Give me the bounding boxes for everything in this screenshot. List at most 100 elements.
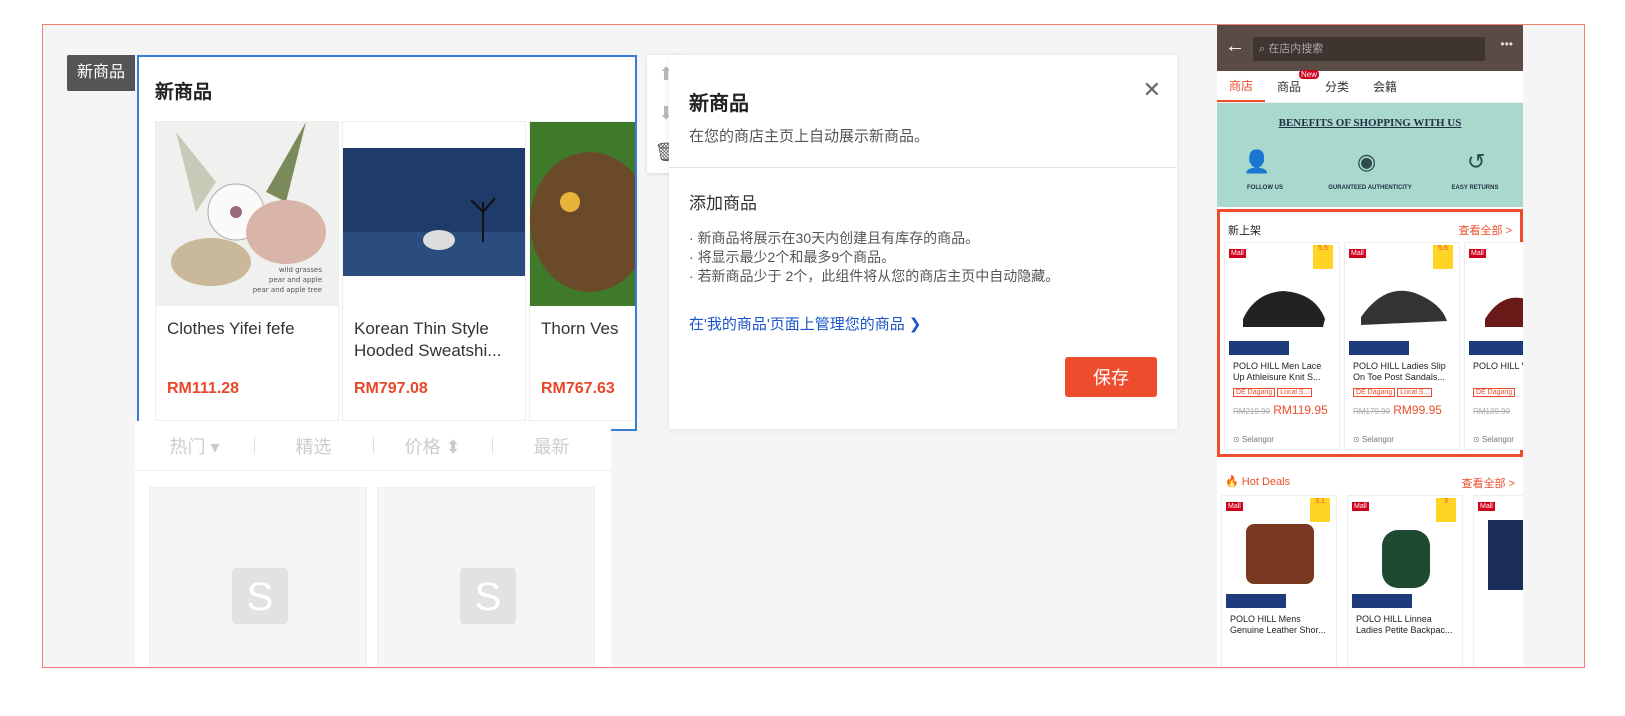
mall-badge: Mall [1469, 249, 1486, 258]
rules-list: 新商品将展示在30天内创建且有库存的商品。 将显示最少2个和最多9个商品。 若新… [689, 229, 1060, 286]
mall-badge: Mall [1226, 502, 1243, 511]
section-header: 🔥 Hot Deals 查看全部 > [1217, 465, 1523, 495]
product-image [530, 122, 635, 306]
return-box-icon: ↺ [1467, 149, 1486, 174]
product-card[interactable]: Mall 5.6 POLO HILL Ladies Slip On Toe Po… [1344, 242, 1460, 450]
product-tags: DE Dagang Local S... [1353, 388, 1434, 397]
free-shipping-badge [1349, 341, 1409, 355]
product-name: POLO HILL Velcro Ankl [1473, 361, 1523, 371]
divider [669, 167, 1177, 168]
banner-item: FOLLOW US [1247, 185, 1283, 191]
settings-panel: 新商品 在您的商店主页上自动展示新商品。 ✕ 添加商品 新商品将展示在30天内创… [669, 55, 1177, 429]
save-button[interactable]: 保存 [1065, 357, 1157, 397]
seal-icon: ◉ [1357, 149, 1377, 174]
sort-latest[interactable]: 最新 [492, 433, 611, 459]
free-shipping-badge [1352, 594, 1412, 608]
sort-popular[interactable]: 热门 ▾ [135, 433, 254, 459]
section-title: 添加商品 [689, 194, 757, 213]
tab-membership[interactable]: 会籍 [1361, 78, 1409, 95]
mall-badge: Mall [1229, 249, 1246, 258]
mobile-preview: ← ⌕ 在店内搜索 ••• 商店 商品 New 分类 会籍 BENEFITS OF… [1217, 25, 1523, 667]
product-price: RM179.90 RM99.95 [1353, 403, 1442, 417]
tab-products[interactable]: 商品 New [1265, 70, 1320, 95]
panel-subtitle: 在您的商店主页上自动展示新商品。 [689, 128, 930, 145]
shopee-bag-icon: S [460, 568, 516, 624]
product-price: RM139.90 [1473, 407, 1510, 416]
back-arrow-icon[interactable]: ← [1225, 35, 1245, 58]
mall-badge: Mall [1352, 502, 1369, 511]
product-card[interactable]: Mall 3.1 POLO HILL Mens Genuine Leather … [1221, 495, 1337, 667]
banner-title: BENEFITS OF SHOPPING WITH US [1278, 117, 1462, 129]
rule-item: 若新商品少于 2个，此组件将从您的商店主页中自动隐藏。 [689, 267, 1060, 286]
mobile-header: ← ⌕ 在店内搜索 ••• [1217, 25, 1523, 71]
mall-badge: Mall [1349, 249, 1366, 258]
product-location: ⊙ Selangor [1473, 435, 1514, 444]
product-name: Thorn Ves [541, 319, 619, 338]
user-plus-icon: 👤 [1243, 149, 1271, 174]
product-grid-placeholder: S S [135, 471, 611, 667]
view-all-link[interactable]: 查看全部 > [1462, 475, 1515, 491]
new-arrivals-section: 新上架 查看全部 > Mall 5.5 POLO HILL Men Lace U… [1217, 209, 1523, 457]
chevron-right-icon: ❯ [908, 316, 922, 333]
hot-deals-section: 🔥 Hot Deals 查看全部 > Mall 3.1 POLO HILL Me… [1217, 465, 1523, 667]
product-image [1488, 520, 1523, 590]
banner-item: GURANTEED AUTHENTICITY [1328, 185, 1412, 191]
product-card[interactable]: Mall POLO HILL Velcro Ankl DE Dagang RM1… [1464, 242, 1523, 450]
placeholder-card: S [149, 487, 367, 667]
banner-item: EASY RETURNS [1451, 185, 1499, 191]
new-products-component[interactable]: 新商品 wild grasses pear and apple pear and… [137, 55, 637, 431]
product-location: ⊙ Selangor [1353, 435, 1394, 444]
product-name: POLO HILL Mens Genuine Leather Shor... [1230, 614, 1326, 635]
product-name: Korean Thin Style Hooded Sweatshi... [354, 319, 502, 360]
product-price: RM111.28 [167, 380, 240, 397]
view-all-link[interactable]: 查看全部 > [1459, 222, 1512, 238]
rule-item: 将显示最少2个和最多9个商品。 [689, 248, 1059, 267]
editor-canvas: 新商品 新商品 wild grasses pear and apple pear… [42, 24, 1585, 668]
product-card[interactable]: wild grasses pear and apple pear and app… [155, 121, 339, 421]
sort-bar: 热门 ▾ 精选 价格 ⬍ 最新 [135, 421, 611, 471]
product-location: ⊙ Selangor [1233, 435, 1274, 444]
free-shipping-badge [1469, 341, 1523, 355]
section-title: 🔥 Hot Deals [1225, 476, 1291, 488]
product-image [343, 122, 525, 306]
product-name: POLO HILL Ladies Slip On Toe Post Sandal… [1353, 361, 1446, 382]
tab-shop[interactable]: 商店 [1217, 72, 1266, 102]
product-card[interactable]: Mall 5.5 POLO HILL Men Lace Up Athleisur… [1224, 242, 1340, 450]
product-price: RM797.08 [354, 380, 428, 397]
benefits-banner: BENEFITS OF SHOPPING WITH US 👤 ◉ ↺ FOLLO… [1217, 103, 1523, 207]
shopee-bag-icon: S [232, 568, 288, 624]
product-name: Clothes Yifei fefe [167, 319, 295, 338]
product-card[interactable]: Mall [1473, 495, 1523, 667]
product-tags: DE Dagang Local S... [1233, 388, 1314, 397]
product-tags: DE Dagang [1473, 388, 1517, 397]
sort-featured[interactable]: 精选 [254, 433, 373, 459]
product-image [1485, 297, 1523, 327]
rule-item: 新商品将展示在30天内创建且有库存的商品。 [689, 229, 1059, 248]
section-title: 新上架 [1228, 225, 1261, 237]
tab-categories[interactable]: 分类 [1313, 78, 1361, 95]
svg-text:wild grasses: wild grasses [279, 266, 322, 274]
product-image [1246, 524, 1314, 584]
product-image [1361, 290, 1447, 325]
panel-title: 新商品 [689, 93, 749, 115]
free-shipping-badge [1229, 341, 1289, 355]
product-image: wild grasses pear and apple pear and app… [156, 122, 338, 306]
section-header: 新上架 查看全部 > [1220, 212, 1520, 242]
product-card[interactable]: Korean Thin Style Hooded Sweatshi... RM7… [342, 121, 526, 421]
close-icon[interactable]: ✕ [1143, 77, 1161, 103]
flame-icon: 🔥 [1225, 476, 1239, 488]
product-card[interactable]: Thorn Ves RM767.63 [529, 121, 635, 421]
product-price: RM767.63 [541, 380, 615, 397]
more-icon[interactable]: ••• [1500, 37, 1513, 51]
mall-badge: Mall [1478, 502, 1495, 511]
sort-price[interactable]: 价格 ⬍ [373, 433, 492, 459]
svg-text:pear and apple: pear and apple [269, 276, 322, 284]
mobile-tabs: 商店 商品 New 分类 会籍 [1217, 70, 1523, 103]
product-image [1243, 291, 1325, 327]
product-card[interactable]: Mall 3 POLO HILL Linnea Ladies Petite Ba… [1347, 495, 1463, 667]
search-input[interactable]: ⌕ 在店内搜索 [1253, 37, 1485, 61]
svg-text:pear and apple tree: pear and apple tree [253, 286, 322, 294]
component-title: 新商品 [155, 82, 213, 103]
product-name: POLO HILL Linnea Ladies Petite Backpac..… [1356, 614, 1453, 635]
manage-products-link[interactable]: 在'我的商品'页面上管理您的商品 ❯ [689, 313, 921, 334]
